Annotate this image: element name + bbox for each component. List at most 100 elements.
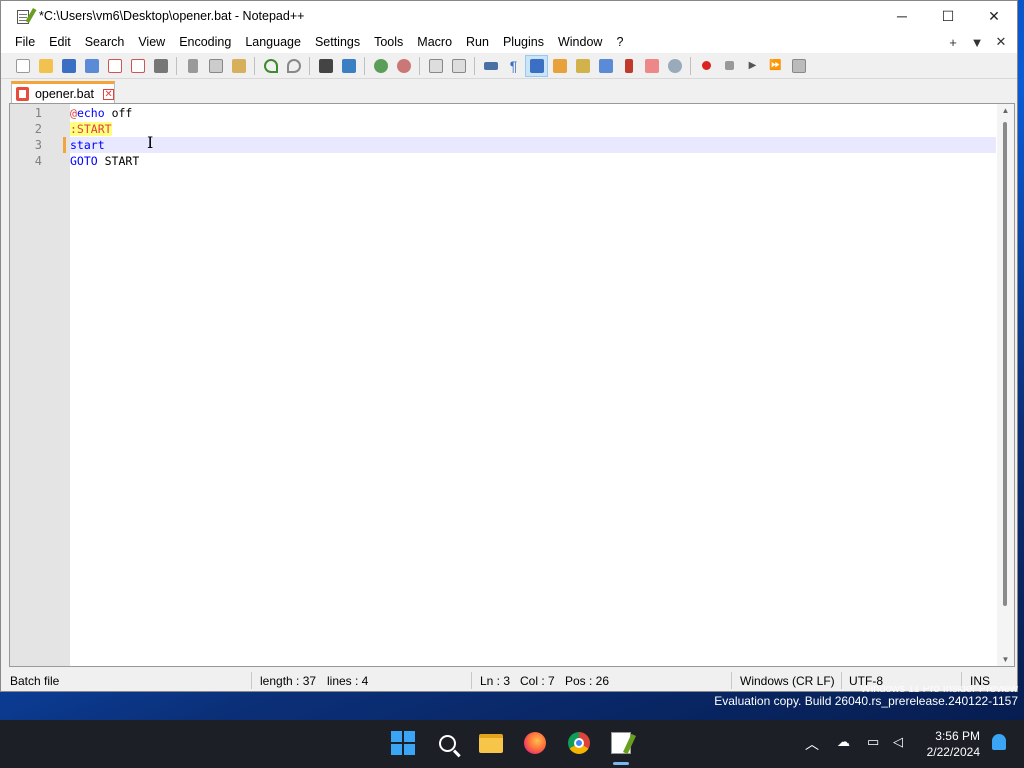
close-doc-button[interactable]: ✕ (989, 34, 1013, 50)
menu-macro[interactable]: Macro (410, 31, 459, 53)
save-icon[interactable] (57, 55, 80, 77)
close-all-icon[interactable] (126, 55, 149, 77)
open-file-icon[interactable] (34, 55, 57, 77)
notepadpp-app-icon[interactable] (16, 8, 37, 24)
zoom-out-icon[interactable] (392, 55, 415, 77)
menu-help[interactable]: ? (609, 31, 630, 53)
taskbar: ︿ ☁ ▭ ◁ 3:56 PM 2/22/2024 (0, 720, 1024, 768)
start-button[interactable] (390, 730, 416, 756)
menu-view[interactable]: View (131, 31, 172, 53)
minimize-button[interactable]: ─ (879, 1, 925, 31)
unsaved-file-icon (16, 87, 29, 101)
menu-window[interactable]: Window (551, 31, 609, 53)
code-line[interactable]: :START (70, 121, 996, 137)
line-number: 4 (34, 154, 42, 168)
show-all-chars-icon[interactable]: ¶ (502, 55, 525, 77)
close-file-icon[interactable] (103, 55, 126, 77)
change-marker (63, 137, 66, 153)
folder-workspace-icon[interactable] (640, 55, 663, 77)
indent-guide-icon[interactable] (525, 54, 548, 77)
status-divider (251, 672, 252, 689)
clock-date: 2/22/2024 (926, 745, 980, 759)
tab-close-icon[interactable]: ✕ (103, 88, 114, 100)
file-explorer-button[interactable] (478, 730, 504, 756)
monitoring-icon[interactable] (663, 55, 686, 77)
print-icon[interactable] (149, 55, 172, 77)
doc-map-icon[interactable] (594, 55, 617, 77)
notification-bell-icon[interactable] (992, 734, 1006, 750)
tab-opener-bat[interactable]: opener.bat ✕ (11, 81, 115, 104)
status-divider (471, 672, 472, 689)
window-title: *C:\Users\vm6\Desktop\opener.bat - Notep… (39, 9, 305, 23)
menu-plugins[interactable]: Plugins (496, 31, 551, 53)
vertical-scrollbar[interactable]: ▲ ▼ (997, 104, 1014, 666)
network-icon[interactable]: ▭ (867, 734, 879, 750)
onedrive-icon[interactable]: ☁ (837, 734, 850, 750)
toolbar-divider (690, 56, 691, 75)
sync-vertical-icon[interactable] (424, 55, 447, 77)
menu-encoding[interactable]: Encoding (172, 31, 238, 53)
find-icon[interactable] (314, 55, 337, 77)
clock[interactable]: 3:56 PM 2/22/2024 (927, 728, 980, 760)
watermark-line-2: Evaluation copy. Build 26040.rs_prerelea… (714, 694, 1018, 708)
menu-tools[interactable]: Tools (367, 31, 410, 53)
toolbar-divider (254, 56, 255, 75)
udl-icon[interactable] (548, 55, 571, 77)
title-bar[interactable]: *C:\Users\vm6\Desktop\opener.bat - Notep… (1, 1, 1017, 31)
menu-settings[interactable]: Settings (308, 31, 367, 53)
watermark-line-1: Windows 11 Pro Insider Preview (860, 686, 1018, 694)
scroll-down-icon[interactable]: ▼ (997, 655, 1014, 664)
code-area[interactable]: @echo off :START start GOTO START (63, 104, 996, 169)
clock-time: 3:56 PM (935, 729, 980, 743)
undo-icon[interactable] (259, 55, 282, 77)
copy-icon[interactable] (204, 55, 227, 77)
folder-icon (479, 733, 503, 753)
new-file-icon[interactable] (11, 55, 34, 77)
paste-icon[interactable] (227, 55, 250, 77)
menu-run[interactable]: Run (459, 31, 496, 53)
maximize-button[interactable]: ☐ (925, 1, 971, 31)
status-col: Col : 7 (520, 674, 555, 688)
code-line[interactable]: GOTO START (70, 153, 996, 169)
play-macro-icon[interactable]: ▶ (741, 55, 764, 77)
redo-icon[interactable] (282, 55, 305, 77)
record-macro-icon[interactable] (695, 55, 718, 77)
at-token: @ (70, 106, 77, 120)
volume-muted-icon[interactable]: ◁ (893, 734, 903, 750)
text-token: off (104, 106, 133, 120)
tab-list-dropdown[interactable]: ▼ (965, 35, 989, 50)
tray-chevron-icon[interactable]: ︿ (805, 734, 819, 754)
firefox-button[interactable] (522, 730, 548, 756)
line-number: 2 (34, 122, 42, 136)
notepadpp-taskbar-button[interactable] (608, 730, 634, 756)
code-line[interactable]: @echo off (70, 105, 996, 121)
stop-macro-icon[interactable] (718, 55, 741, 77)
replace-icon[interactable] (337, 55, 360, 77)
toolbar: ¶ ▶ ⏩ (1, 53, 1017, 79)
save-all-icon[interactable] (80, 55, 103, 77)
scrollbar-thumb[interactable] (1003, 122, 1007, 606)
cut-icon[interactable] (181, 55, 204, 77)
current-code-line[interactable]: start (63, 137, 996, 153)
function-list-icon[interactable] (617, 55, 640, 77)
search-button[interactable] (434, 730, 460, 756)
zoom-in-icon[interactable] (369, 55, 392, 77)
keyword-token: start (70, 138, 105, 152)
status-length: length : 37 (260, 674, 317, 688)
save-macro-icon[interactable] (787, 55, 810, 77)
close-button[interactable]: ✕ (971, 1, 1017, 31)
add-tab-button[interactable]: + (941, 35, 965, 50)
menu-search[interactable]: Search (78, 31, 132, 53)
run-macro-multiple-icon[interactable]: ⏩ (764, 55, 787, 77)
menu-file[interactable]: File (8, 31, 42, 53)
status-lines: lines : 4 (327, 674, 369, 688)
editor-pane[interactable]: 1 2 3 4 @echo off :START start GOTO STAR… (9, 103, 1015, 667)
sync-horizontal-icon[interactable] (447, 55, 470, 77)
word-wrap-icon[interactable] (479, 55, 502, 77)
menu-edit[interactable]: Edit (42, 31, 78, 53)
menu-language[interactable]: Language (238, 31, 308, 53)
chrome-button[interactable] (566, 730, 592, 756)
xml-icon[interactable] (571, 55, 594, 77)
scroll-up-icon[interactable]: ▲ (997, 106, 1014, 115)
label-token: :START (70, 122, 112, 136)
